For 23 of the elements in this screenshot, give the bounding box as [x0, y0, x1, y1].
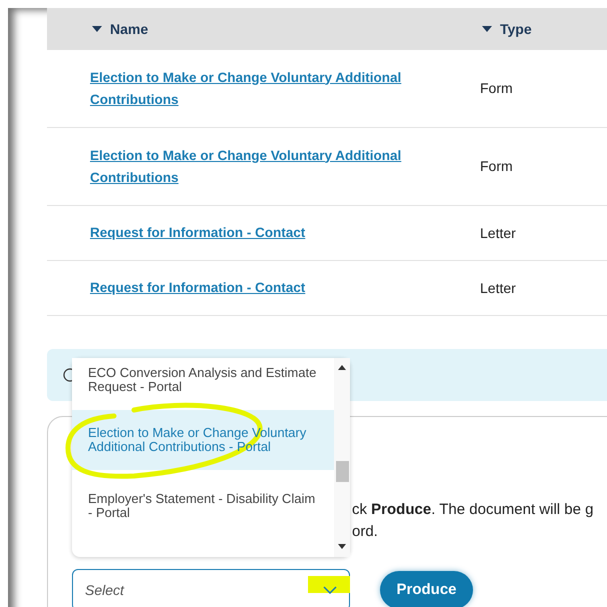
- type-cell-text: Letter: [480, 278, 517, 298]
- document-link[interactable]: Election to Make or Change Voluntary Additional Contributions: [90, 144, 470, 188]
- sort-caret-icon: [92, 26, 102, 32]
- scroll-thumb[interactable]: [336, 461, 349, 482]
- highlighter-mark: [308, 576, 350, 593]
- scroll-up-icon[interactable]: [338, 365, 346, 370]
- document-link[interactable]: Request for Information - Contact: [90, 222, 470, 244]
- column-header[interactable]: Name: [110, 18, 148, 40]
- select-placeholder: Select: [85, 580, 124, 600]
- instruction-text: ord.: [352, 522, 379, 542]
- document-link[interactable]: Request for Information - Contact: [90, 277, 470, 299]
- column-header[interactable]: Type: [500, 18, 532, 40]
- produce-button[interactable]: Produce: [380, 571, 473, 607]
- scrollbar[interactable]: [334, 358, 350, 557]
- type-cell-text: Form: [480, 157, 514, 176]
- type-cell-text: Form: [480, 79, 514, 98]
- document-link[interactable]: Election to Make or Change Voluntary Additional Contributions: [90, 66, 470, 110]
- type-cell-text: Letter: [480, 224, 517, 242]
- instruction-text: ck Produce. The document will be g: [352, 500, 594, 520]
- scroll-down-icon[interactable]: [338, 544, 346, 549]
- sort-caret-icon: [482, 26, 492, 32]
- chevron-down-icon: [323, 586, 337, 594]
- dropdown-option[interactable]: ECO Conversion Analysis and Estimate Request - Portal: [72, 358, 334, 410]
